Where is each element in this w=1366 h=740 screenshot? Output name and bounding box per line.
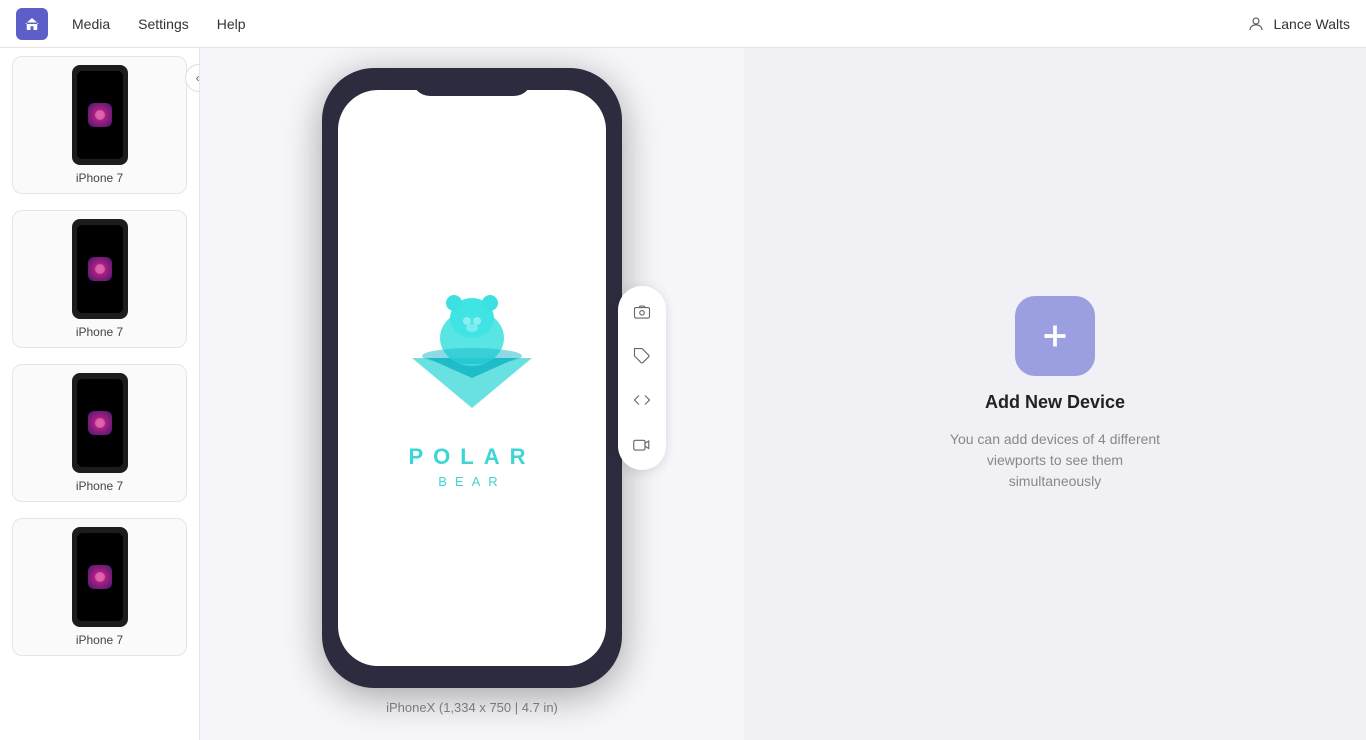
app-content: POLAR BEAR — [392, 268, 552, 489]
device-label-4: iPhone 7 — [76, 633, 123, 647]
center-panel: POLAR BEAR — [200, 48, 744, 740]
main-layout: « iPhone 7 iPhone 7 — [0, 48, 1366, 740]
device-card-3[interactable]: iPhone 7 — [12, 364, 187, 502]
add-device-button[interactable] — [1015, 296, 1095, 376]
device-thumbnail-3 — [72, 373, 128, 473]
device-label-3: iPhone 7 — [76, 479, 123, 493]
add-device-section: Add New Device You can add devices of 4 … — [945, 296, 1165, 492]
app-name-text: POLAR — [409, 444, 536, 470]
device-thumbnail-4 — [72, 527, 128, 627]
home-icon — [23, 15, 41, 33]
app-icon-2 — [88, 257, 112, 281]
device-label-1: iPhone 7 — [76, 171, 123, 185]
app-icon-3 — [88, 411, 112, 435]
add-device-description: You can add devices of 4 different viewp… — [945, 429, 1165, 492]
nav-media[interactable]: Media — [72, 16, 110, 32]
device-thumbnail-2 — [72, 219, 128, 319]
sidebar: « iPhone 7 iPhone 7 — [0, 48, 200, 740]
device-card-4[interactable]: iPhone 7 — [12, 518, 187, 656]
device-card-2[interactable]: iPhone 7 — [12, 210, 187, 348]
app-icon-1 — [88, 103, 112, 127]
code-icon — [633, 391, 651, 409]
top-nav: Media Settings Help Lance Walts — [0, 0, 1366, 48]
nav-links: Media Settings Help — [72, 16, 1247, 32]
sidebar-collapse-button[interactable]: « — [185, 64, 200, 92]
camera-icon — [633, 303, 651, 321]
phone-frame: POLAR BEAR — [322, 68, 622, 688]
add-device-title: Add New Device — [985, 392, 1125, 413]
app-sub-text: BEAR — [438, 474, 505, 489]
annotate-button[interactable] — [626, 340, 658, 372]
app-icon-4 — [88, 565, 112, 589]
right-panel: Add New Device You can add devices of 4 … — [744, 48, 1366, 740]
logo-button[interactable] — [16, 8, 48, 40]
user-circle-icon — [1247, 15, 1265, 33]
tag-icon — [633, 347, 651, 365]
nav-help[interactable]: Help — [217, 16, 246, 32]
device-full-label: iPhoneX (1,334 x 750 | 4.7 in) — [386, 700, 558, 715]
user-name: Lance Walts — [1273, 16, 1350, 32]
video-icon — [633, 435, 651, 453]
nav-settings[interactable]: Settings — [138, 16, 189, 32]
phone-screen: POLAR BEAR — [338, 90, 606, 666]
inspect-button[interactable] — [626, 384, 658, 416]
device-label-2: iPhone 7 — [76, 325, 123, 339]
user-menu[interactable]: Lance Walts — [1247, 15, 1350, 33]
phone-toolbar — [618, 286, 666, 470]
device-thumbnail-1 — [72, 65, 128, 165]
phone-mockup: POLAR BEAR — [322, 68, 622, 688]
polar-bear-graphic — [392, 268, 552, 428]
record-button[interactable] — [626, 428, 658, 460]
device-info: iPhoneX (1,334 x 750 | 4.7 in) — [386, 700, 558, 715]
device-card-1[interactable]: iPhone 7 — [12, 56, 187, 194]
plus-icon — [1037, 318, 1073, 354]
screenshot-button[interactable] — [626, 296, 658, 328]
